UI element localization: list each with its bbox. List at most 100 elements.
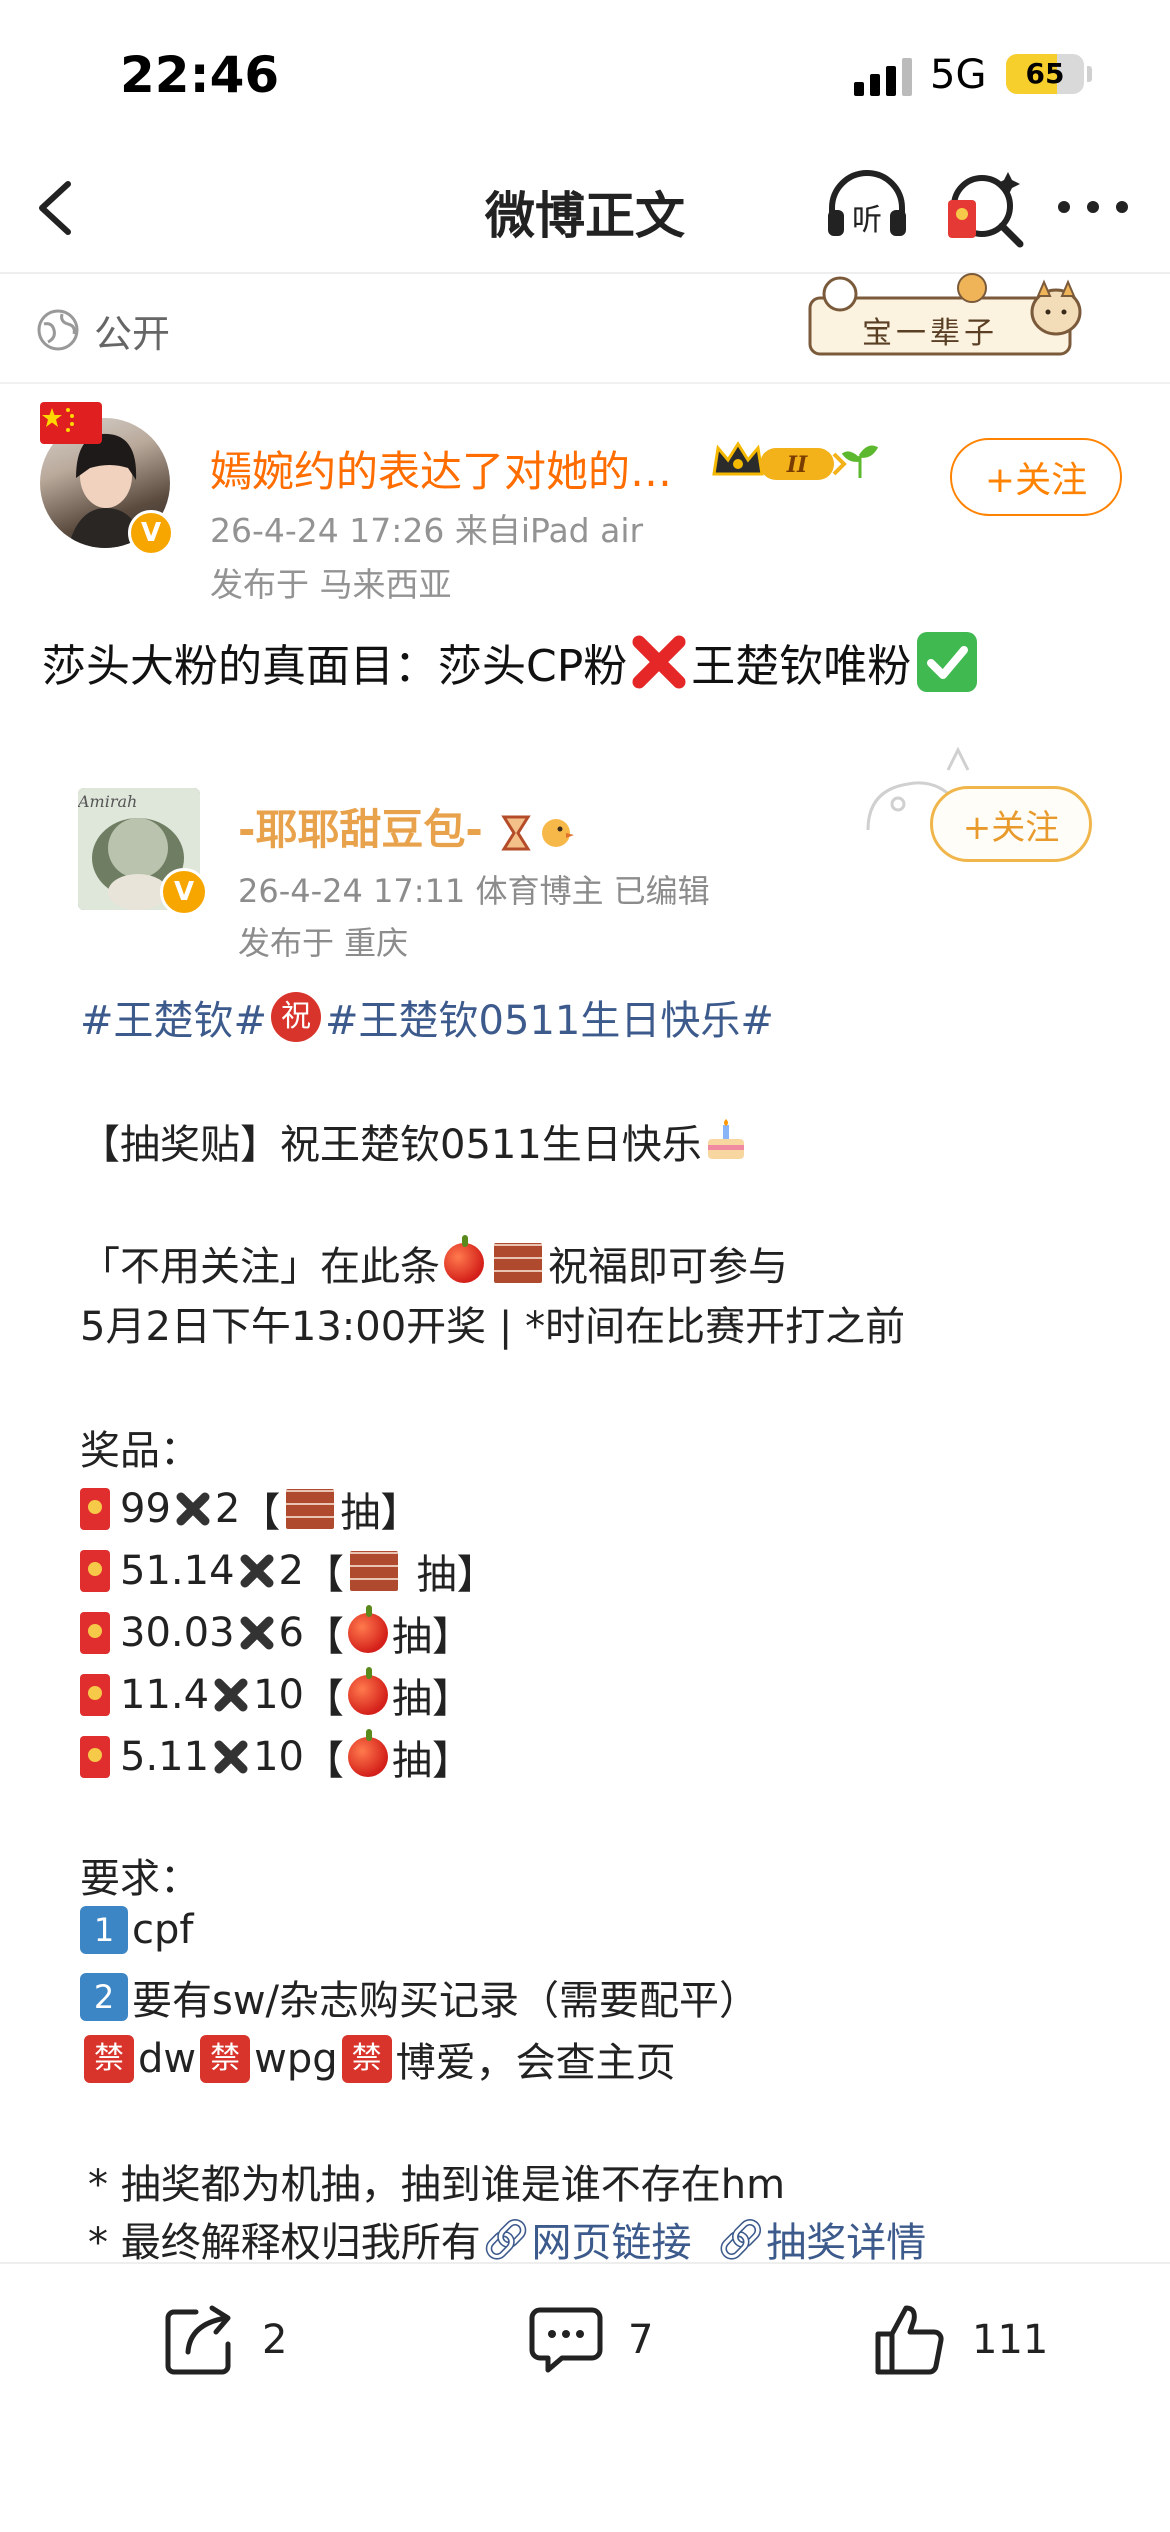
repost-button[interactable]: 2	[160, 2300, 287, 2380]
comment-count: 7	[628, 2317, 654, 2363]
multiply-icon	[214, 1678, 248, 1712]
embedded-verified-badge-icon: V	[160, 868, 208, 916]
prize-draw-label: 抽】	[391, 1676, 472, 1722]
post-text-part1: 莎头大粉的真面目：莎头CP粉	[42, 641, 628, 692]
requirement-1: 1 cpf	[80, 1906, 193, 1954]
comment-bubble-icon	[529, 2307, 603, 2373]
link-icon: 🔗︎	[715, 2216, 767, 2263]
red-packet-search-icon	[948, 172, 1024, 248]
prize-row: 30.03 6 【 抽】	[80, 1604, 472, 1662]
embedded-tag-a: #王楚钦#	[80, 998, 268, 1044]
post-text: 莎头大粉的真面目：莎头CP粉 王楚钦唯粉	[42, 630, 978, 694]
keycap-1-icon: 1	[80, 1906, 128, 1954]
crown-badge-icon: II	[712, 441, 879, 480]
birthday-cake-icon	[707, 1119, 744, 1159]
multiply-icon	[240, 1554, 274, 1588]
prize-draw-label: 抽】	[391, 1738, 472, 1784]
prize-bracket-open: 【	[303, 1738, 344, 1784]
bottom-bar-divider	[0, 2262, 1170, 2264]
globe-icon	[37, 309, 79, 351]
apple-emoji-icon	[347, 1667, 388, 1715]
visibility-label: 公开	[94, 311, 171, 356]
lottery-details-link: 抽奖详情	[766, 2220, 927, 2266]
apple-emoji-icon	[444, 1235, 484, 1283]
embedded-title-text: 【抽奖贴】祝王楚钦0511生日快乐	[80, 1122, 702, 1168]
prize-count: 2	[278, 1548, 304, 1594]
status-time: 22:46	[120, 46, 280, 104]
red-packet-search-button[interactable]	[938, 162, 1028, 252]
avatar-caption: Amirah	[78, 792, 138, 811]
prize-amount: 99	[120, 1486, 171, 1532]
red-packet-icon	[80, 1612, 110, 1654]
prize-count: 6	[278, 1610, 304, 1656]
prohibited-icon: 禁	[200, 2035, 251, 2083]
note-2-text: * 最终解释权归我所有	[88, 2220, 481, 2266]
prize-row: 5.11 10 【 抽】	[80, 1728, 472, 1786]
hourglass-chick-icon	[500, 815, 574, 850]
prize-bracket-open: 【	[303, 1614, 344, 1660]
brick-emoji-icon	[286, 1489, 335, 1529]
embedded-author-name: -耶耶甜豆包-	[238, 796, 578, 857]
verified-badge-icon: V	[128, 510, 174, 556]
author-badges: II	[708, 434, 879, 494]
apple-emoji-icon	[347, 1729, 388, 1777]
brick-emoji-icon	[349, 1551, 398, 1591]
prize-count: 10	[253, 1734, 304, 1780]
requirement-3-a: dw	[138, 2036, 197, 2082]
headphones-icon: 听	[828, 170, 906, 238]
follow-button[interactable]: +关注	[950, 438, 1122, 516]
embedded-line1-a: 「不用关注」在此条	[80, 1244, 440, 1290]
china-flag-icon	[40, 402, 102, 444]
post-location: 发布于 马来西亚	[210, 565, 452, 604]
embedded-tags: #王楚钦# 祝 #王楚钦0511生日快乐#	[80, 988, 774, 1046]
listen-button[interactable]: 听	[822, 162, 912, 252]
multiply-icon	[176, 1492, 210, 1526]
author-name[interactable]: 嫣婉约的表达了对她的…	[210, 438, 672, 499]
embedded-tag-b: #王楚钦0511生日快乐#	[325, 998, 774, 1044]
cat-sticker: 宝一辈子	[800, 272, 1090, 372]
visibility-indicator: 公开	[36, 300, 170, 360]
requirement-3: 禁 dw 禁 wpg 禁 博爱，会查主页	[80, 2030, 676, 2088]
network-type: 5G	[930, 52, 987, 98]
embedded-follow-button: +关注	[930, 786, 1092, 862]
note-2: * 最终解释权归我所有 🔗︎ 网页链接 🔗︎ 抽奖详情	[88, 2210, 926, 2268]
prohibited-icon: 禁	[341, 2035, 392, 2083]
comment-button[interactable]: 7	[526, 2300, 653, 2380]
repost-count: 2	[262, 2317, 288, 2363]
prohibited-icon: 禁	[84, 2035, 134, 2083]
thumbs-up-icon	[875, 2305, 944, 2375]
embedded-meta: 26-4-24 17:11 体育博主 已编辑	[238, 872, 710, 910]
requirement-2: 2 要有sw/杂志购买记录（需要配平）	[80, 1968, 759, 2026]
requirement-3-b: wpg	[254, 2036, 338, 2082]
prize-count: 10	[253, 1672, 304, 1718]
requirement-2-text: 要有sw/杂志购买记录（需要配平）	[132, 1978, 760, 2024]
prize-row: 51.14 2 【 抽】	[80, 1542, 497, 1600]
prize-row: 11.4 10 【 抽】	[80, 1666, 472, 1724]
battery-percent: 65	[1025, 57, 1065, 90]
note-1: * 抽奖都为机抽，抽到谁是谁不存在hm	[88, 2162, 786, 2208]
like-count: 111	[972, 2317, 1049, 2363]
embedded-author-name-text: -耶耶甜豆包-	[238, 805, 483, 854]
more-button[interactable]	[1048, 162, 1138, 252]
red-packet-icon	[80, 1674, 110, 1716]
embedded-location: 发布于 重庆	[238, 924, 409, 962]
embedded-line2: 5月2日下午13:00开奖 | *时间在比赛开打之前	[80, 1304, 906, 1350]
battery-nub	[1087, 66, 1092, 82]
prize-bracket-open: 【	[303, 1676, 344, 1722]
prizes-label: 奖品：	[80, 1428, 200, 1474]
keycap-2-icon: 2	[80, 1973, 128, 2021]
prize-count: 2	[214, 1486, 241, 1532]
cross-mark-emoji-icon	[632, 635, 686, 689]
more-dots-icon	[1058, 201, 1128, 213]
share-icon	[165, 2305, 231, 2375]
link-icon: 🔗︎	[480, 2216, 532, 2263]
like-button[interactable]: 111	[870, 2300, 1048, 2380]
svg-text:II: II	[786, 452, 808, 478]
embedded-title: 【抽奖贴】祝王楚钦0511生日快乐	[80, 1112, 750, 1170]
red-packet-icon	[80, 1550, 110, 1592]
section-divider	[0, 382, 1170, 384]
prize-amount: 30.03	[120, 1610, 235, 1656]
celebrate-emoji-icon: 祝	[271, 992, 322, 1042]
check-mark-emoji-icon	[917, 632, 978, 692]
sticker-text: 宝一辈子	[862, 316, 998, 351]
